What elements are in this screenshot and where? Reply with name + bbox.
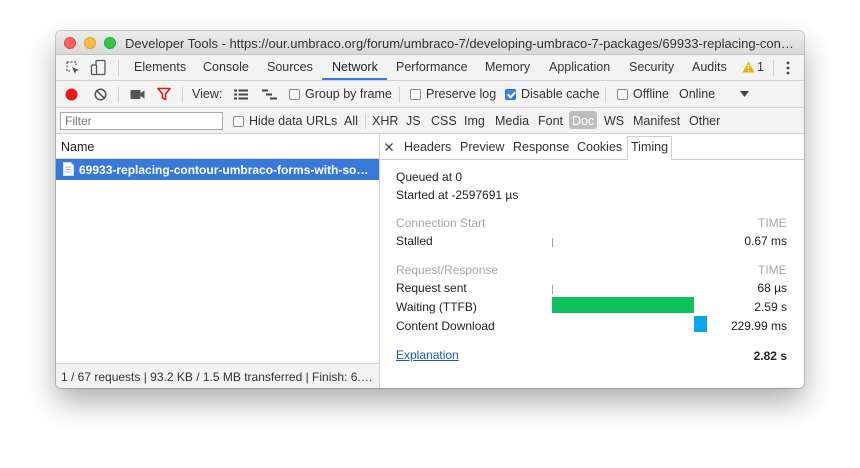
zoom-window-button[interactable]: [104, 37, 116, 49]
request-name: 69933-replacing-contour-umbraco-forms-wi…: [79, 163, 375, 177]
total-time: 2.82 s: [753, 349, 787, 363]
minimize-window-button[interactable]: [84, 37, 96, 49]
inspect-element-icon[interactable]: [65, 60, 81, 76]
filter-type-xhr[interactable]: XHR: [372, 114, 398, 128]
chevron-down-icon[interactable]: [740, 91, 749, 98]
clear-icon[interactable]: [94, 88, 107, 101]
offline-checkbox[interactable]: [617, 89, 628, 100]
request-time-heading: TIME: [758, 263, 787, 277]
filter-type-font[interactable]: Font: [538, 114, 563, 128]
title-bar: Developer Tools - https://our.umbraco.or…: [56, 31, 804, 55]
close-window-button[interactable]: [64, 37, 76, 49]
document-icon: [63, 162, 74, 176]
filter-bar: Hide data URLs All XHR JS CSS Img Media …: [56, 108, 804, 134]
content-download-bar: [694, 316, 707, 332]
filter-type-media[interactable]: Media: [495, 114, 529, 128]
tab-cookies[interactable]: Cookies: [577, 140, 622, 154]
screenshot-camera-icon[interactable]: [130, 89, 145, 100]
filter-type-img[interactable]: Img: [464, 114, 485, 128]
large-rows-icon[interactable]: [234, 89, 248, 100]
filter-funnel-icon[interactable]: [157, 87, 171, 101]
tab-sources[interactable]: Sources: [267, 60, 313, 74]
filter-type-css[interactable]: CSS: [431, 114, 457, 128]
request-sent-bar: [552, 285, 553, 294]
throttling-select[interactable]: Online: [679, 87, 715, 101]
devtools-window: Developer Tools - https://our.umbraco.or…: [56, 31, 804, 388]
tab-performance[interactable]: Performance: [396, 60, 468, 74]
table-row[interactable]: 69933-replacing-contour-umbraco-forms-wi…: [56, 159, 379, 180]
tab-response[interactable]: Response: [513, 140, 569, 154]
name-column-header[interactable]: Name: [56, 134, 379, 159]
queued-at: Queued at 0: [396, 170, 463, 184]
explanation-link[interactable]: Explanation: [396, 348, 459, 362]
disable-cache-label[interactable]: Disable cache: [521, 87, 600, 101]
close-icon[interactable]: [385, 143, 393, 151]
device-toolbar-icon[interactable]: [90, 59, 108, 77]
tab-network[interactable]: Network: [332, 60, 378, 74]
name-column-label: Name: [61, 140, 95, 154]
tab-preview[interactable]: Preview: [460, 140, 504, 154]
stalled-value: 0.67 ms: [744, 234, 787, 248]
tab-memory[interactable]: Memory: [485, 60, 530, 74]
tab-console[interactable]: Console: [203, 60, 249, 74]
hide-data-urls-label[interactable]: Hide data URLs: [249, 114, 337, 128]
preserve-log-checkbox[interactable]: [410, 89, 421, 100]
tab-security[interactable]: Security: [629, 60, 674, 74]
view-label: View:: [192, 87, 223, 101]
waterfall-overview-icon[interactable]: [262, 89, 277, 100]
warning-count: 1: [757, 60, 764, 74]
preserve-log-label[interactable]: Preserve log: [426, 87, 496, 101]
network-toolbar: View: Group by frame Preserve log Disabl…: [56, 81, 804, 108]
group-by-frame-checkbox[interactable]: [289, 89, 300, 100]
panel-tabs-bar: Elements Console Sources Network Perform…: [56, 55, 804, 81]
tab-timing[interactable]: Timing: [631, 140, 668, 154]
stalled-bar: [552, 238, 553, 247]
ttfb-bar: [552, 297, 694, 313]
filter-type-other[interactable]: Other: [689, 114, 720, 128]
connection-time-heading: TIME: [758, 216, 787, 230]
stalled-label: Stalled: [396, 234, 433, 248]
filter-type-manifest[interactable]: Manifest: [633, 114, 680, 128]
network-summary-text: 1 / 67 requests | 93.2 KB / 1.5 MB trans…: [61, 370, 376, 384]
window-title: Developer Tools - https://our.umbraco.or…: [125, 36, 795, 51]
active-tab-indicator: [322, 78, 387, 80]
filter-input[interactable]: [60, 112, 223, 130]
ttfb-value: 2.59 s: [754, 300, 787, 314]
content-download-value: 229.99 ms: [730, 319, 787, 333]
tab-elements[interactable]: Elements: [134, 60, 186, 74]
request-list-pane: Name 69933-replacing-contour-umbraco-for…: [56, 134, 380, 388]
ttfb-label: Waiting (TTFB): [396, 300, 477, 314]
record-icon[interactable]: [65, 88, 78, 101]
hide-data-urls-checkbox[interactable]: [233, 116, 244, 127]
request-sent-label: Request sent: [396, 281, 467, 295]
tab-application[interactable]: Application: [549, 60, 610, 74]
request-response-heading: Request/Response: [396, 263, 499, 277]
filter-type-all[interactable]: All: [344, 114, 358, 128]
started-at: Started at -2597691 µs: [396, 188, 519, 202]
connection-start-heading: Connection Start: [396, 216, 486, 230]
content-download-label: Content Download: [396, 319, 495, 333]
filter-type-doc[interactable]: Doc: [572, 114, 594, 128]
tab-audits[interactable]: Audits: [692, 60, 727, 74]
more-options-icon[interactable]: [785, 61, 791, 75]
network-summary-bar: 1 / 67 requests | 93.2 KB / 1.5 MB trans…: [56, 363, 379, 388]
request-details-pane: Headers Preview Response Cookies Timing …: [380, 134, 804, 388]
warning-icon[interactable]: [742, 61, 755, 73]
filter-type-js[interactable]: JS: [406, 114, 421, 128]
offline-label[interactable]: Offline: [633, 87, 669, 101]
group-by-frame-label[interactable]: Group by frame: [305, 87, 392, 101]
detail-tabs-bar: Headers Preview Response Cookies Timing: [380, 134, 804, 160]
filter-type-ws[interactable]: WS: [604, 114, 624, 128]
request-sent-value: 68 µs: [757, 281, 787, 295]
disable-cache-checkbox[interactable]: [505, 89, 516, 100]
tab-headers[interactable]: Headers: [404, 140, 451, 154]
